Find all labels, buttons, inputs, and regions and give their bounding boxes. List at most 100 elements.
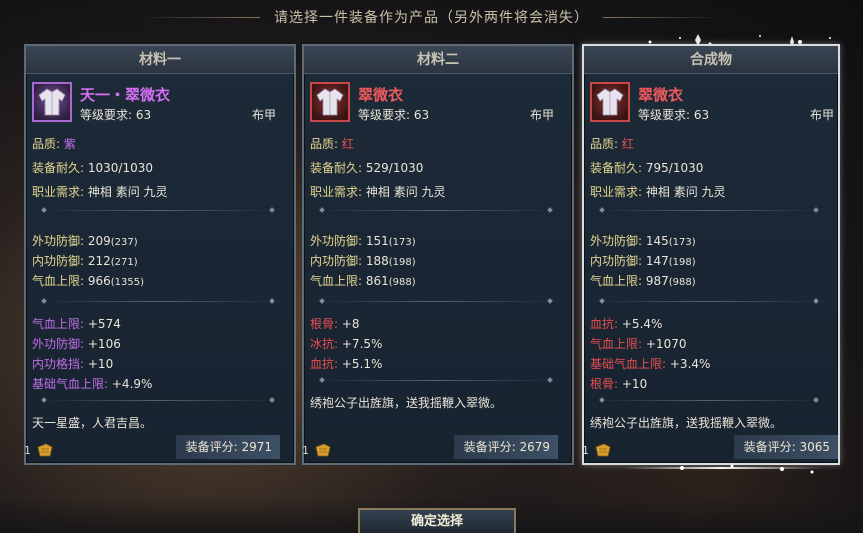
class-row: 职业需求: 神相 素问 九灵 (310, 180, 572, 204)
bag-icon (315, 443, 331, 457)
armor-type: 布甲 (251, 108, 276, 122)
divider (42, 301, 274, 302)
item-description: 天一星盛，人君吉昌。 (32, 416, 153, 430)
bonus-row: 内功格挡: +10 (32, 357, 114, 371)
bonus-row: 冰抗: +7.5% (310, 337, 383, 351)
bonus-row: 基础气血上限: +3.4% (590, 357, 711, 371)
stat-row: 气血上限: 966(1355) (32, 274, 145, 288)
item-panel-material-1[interactable]: 材料一 天一・翠微衣 等级要求: 63 布甲 品质: 紫 装备耐久: 1030/… (24, 44, 296, 465)
quality-row: 品质: 红 (310, 132, 572, 156)
bonus-stats: 血抗: +5.4% 气血上限: +1070 基础气血上限: +3.4% 根骨: … (584, 308, 838, 394)
quality-value: 红 (341, 137, 354, 151)
item-description: 绣袍公子出旌旗，送我摇鞭入翠微。 (310, 396, 503, 410)
durability-value: 795/1030 (645, 161, 704, 175)
quality-row: 品质: 紫 (32, 132, 294, 156)
robe-icon (310, 82, 350, 122)
quality-label: 品质: (32, 137, 61, 151)
item-header: 翠微衣 等级要求: 63 布甲 (304, 74, 572, 124)
durability-value: 1030/1030 (87, 161, 153, 175)
bonus-row: 基础气血上限: +4.9% (32, 377, 153, 391)
bonus-row: 血抗: +5.4% (590, 317, 663, 331)
item-name: 翠微衣 (358, 86, 404, 104)
class-row: 职业需求: 神相 素问 九灵 (590, 180, 838, 204)
bonus-row: 外功防御: +106 (32, 337, 121, 351)
panel-footer: 1 装备评分: 2971 (24, 433, 294, 463)
class-value: 神相 素问 九灵 (365, 185, 446, 199)
panel-heading: 材料二 (304, 46, 572, 74)
quality-row: 品质: 红 (590, 132, 838, 156)
bonus-row: 根骨: +8 (310, 317, 360, 331)
base-stats: 外功防御: 145(173) 内功防御: 147(198) 气血上限: 987(… (584, 217, 838, 295)
divider (600, 400, 818, 401)
stat-row: 外功防御: 209(237) (32, 234, 138, 248)
stat-row: 内功防御: 188(198) (310, 254, 416, 268)
class-row: 职业需求: 神相 素问 九灵 (32, 180, 294, 204)
base-stats: 外功防御: 209(237) 内功防御: 212(271) 气血上限: 966(… (26, 217, 294, 295)
divider (320, 210, 552, 211)
panel-heading: 材料一 (26, 46, 294, 74)
bag-icon (37, 443, 53, 457)
class-value: 神相 素问 九灵 (645, 185, 726, 199)
quality-value: 红 (621, 137, 634, 151)
divider (320, 380, 552, 381)
divider (42, 400, 274, 401)
header-divider-left (140, 16, 260, 18)
quality-label: 品质: (590, 137, 619, 151)
item-name: 天一・翠微衣 (80, 86, 171, 104)
level-requirement: 等级要求: 63 (358, 108, 430, 122)
durability-label: 装备耐久: (32, 161, 85, 175)
stat-row: 气血上限: 987(988) (590, 274, 696, 288)
class-label: 职业需求: (32, 185, 85, 199)
dialog-title: 请选择一件装备作为产品（另外两件将会消失） (274, 10, 589, 26)
base-stats: 外功防御: 151(173) 内功防御: 188(198) 气血上限: 861(… (304, 217, 572, 295)
level-requirement: 等级要求: 63 (638, 108, 710, 122)
durability-label: 装备耐久: (310, 161, 363, 175)
quality-value: 紫 (63, 137, 76, 151)
header-divider-right (603, 16, 723, 18)
armor-type: 布甲 (529, 108, 554, 122)
durability-label: 装备耐久: (590, 161, 643, 175)
divider (600, 301, 818, 302)
stat-row: 外功防御: 151(173) (310, 234, 416, 248)
confirm-selection-button[interactable]: 确定选择 (358, 508, 516, 533)
divider (320, 301, 552, 302)
level-requirement: 等级要求: 63 (80, 108, 152, 122)
item-panel-product[interactable]: 合成物 翠微衣 等级要求: 63 布甲 品质: 红 装备耐久: 795/1030… (582, 44, 840, 465)
panel-heading: 合成物 (584, 46, 838, 74)
item-header: 天一・翠微衣 等级要求: 63 布甲 (26, 74, 294, 124)
armor-type: 布甲 (809, 108, 834, 122)
stat-row: 内功防御: 147(198) (590, 254, 696, 268)
robe-icon (32, 82, 72, 122)
robe-icon (590, 82, 630, 122)
item-description: 绣袍公子出旌旗，送我摇鞭入翠微。 (590, 416, 783, 430)
bonus-row: 气血上限: +574 (32, 317, 121, 331)
item-count: 1 (302, 444, 309, 457)
durability-row: 装备耐久: 529/1030 (310, 156, 572, 180)
quality-label: 品质: (310, 137, 339, 151)
bag-icon (595, 443, 611, 457)
item-header: 翠微衣 等级要求: 63 布甲 (584, 74, 838, 124)
durability-row: 装备耐久: 1030/1030 (32, 156, 294, 180)
item-panel-material-2[interactable]: 材料二 翠微衣 等级要求: 63 布甲 品质: 红 装备耐久: 529/1030… (302, 44, 574, 465)
item-count: 1 (582, 444, 589, 457)
bonus-row: 气血上限: +1070 (590, 337, 687, 351)
bonus-row: 血抗: +5.1% (310, 357, 383, 371)
durability-value: 529/1030 (365, 161, 424, 175)
divider (600, 210, 818, 211)
stat-row: 内功防御: 212(271) (32, 254, 138, 268)
class-value: 神相 素问 九灵 (87, 185, 168, 199)
divider (42, 210, 274, 211)
equipment-score: 装备评分: 2679 (453, 435, 558, 459)
bonus-stats: 根骨: +8 冰抗: +7.5% 血抗: +5.1% (304, 308, 572, 374)
stat-row: 气血上限: 861(988) (310, 274, 416, 288)
bonus-stats: 气血上限: +574 外功防御: +106 内功格挡: +10 基础气血上限: … (26, 308, 294, 394)
equipment-score: 装备评分: 2971 (175, 435, 280, 459)
item-count: 1 (24, 444, 31, 457)
class-label: 职业需求: (590, 185, 643, 199)
panel-footer: 1 装备评分: 2679 (302, 433, 572, 463)
class-label: 职业需求: (310, 185, 363, 199)
sparkle-effect-bottom (622, 464, 822, 474)
bonus-row: 根骨: +10 (590, 377, 648, 391)
dialog-header: 请选择一件装备作为产品（另外两件将会消失） (0, 6, 863, 28)
durability-row: 装备耐久: 795/1030 (590, 156, 838, 180)
